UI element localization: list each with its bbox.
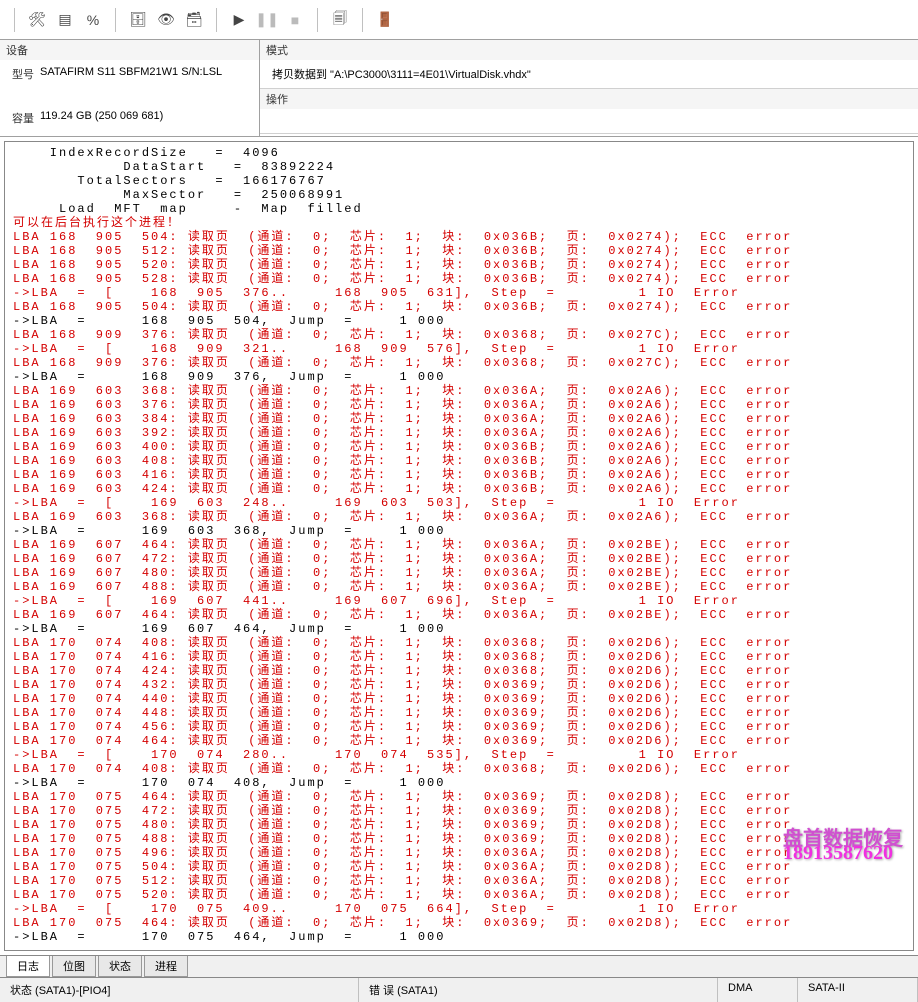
log-line: LBA 170 075 504: 读取页 (通道: 0; 芯片: 1; 块: 0… [13,860,905,874]
log-line: ->LBA = [ 169 607 441.. 169 607 696], St… [13,594,905,608]
exit-button[interactable]: 🚪 [373,8,397,32]
mode-panel: 模式 拷贝数据到 "A:\PC3000\3111=4E01\VirtualDis… [260,40,918,136]
log-line: LBA 168 905 512: 读取页 (通道: 0; 芯片: 1; 块: 0… [13,244,905,258]
toolbar-separator [216,8,217,32]
status-sata2: SATA-II [798,978,918,1002]
log-line: LBA 169 603 392: 读取页 (通道: 0; 芯片: 1; 块: 0… [13,426,905,440]
toolbar-separator [115,8,116,32]
log-line: LBA 170 075 464: 读取页 (通道: 0; 芯片: 1; 块: 0… [13,790,905,804]
tools-button[interactable]: 🛠 [25,8,49,32]
main-toolbar: 🛠 ▤ % 🗄 👁 🗃 ▶ ❚❚ ■ 🗐 🚪 [0,0,918,40]
log-output[interactable]: IndexRecordSize = 4096 DataStart = 83892… [4,141,914,951]
log-line: LBA 169 603 368: 读取页 (通道: 0; 芯片: 1; 块: 0… [13,384,905,398]
log-line: ->LBA = 170 075 464, Jump = 1 000 [13,930,905,944]
log-line: MaxSector = 250068991 [13,188,905,202]
log-line: LBA 169 603 408: 读取页 (通道: 0; 芯片: 1; 块: 0… [13,454,905,468]
log-line: ->LBA = 169 603 368, Jump = 1 000 [13,524,905,538]
toolbar-separator [14,8,15,32]
watermark: 盘首数据恢复18913587620 [783,832,903,860]
log-line: IndexRecordSize = 4096 [13,146,905,160]
log-line: ->LBA = 170 074 408, Jump = 1 000 [13,776,905,790]
log-line: LBA 169 607 464: 读取页 (通道: 0; 芯片: 1; 块: 0… [13,608,905,622]
tab-位图[interactable]: 位图 [52,956,96,977]
log-line: LBA 169 603 400: 读取页 (通道: 0; 芯片: 1; 块: 0… [13,440,905,454]
device-header: 设备 [0,40,259,60]
log-line: LBA 168 905 504: 读取页 (通道: 0; 芯片: 1; 块: 0… [13,300,905,314]
log-line: LBA 169 603 376: 读取页 (通道: 0; 芯片: 1; 块: 0… [13,398,905,412]
stop-button[interactable]: ■ [283,8,307,32]
log-line: LBA 170 074 416: 读取页 (通道: 0; 芯片: 1; 块: 0… [13,650,905,664]
log-line: ->LBA = 168 909 376, Jump = 1 000 [13,370,905,384]
toolbar-separator [362,8,363,32]
log-line: LBA 170 075 480: 读取页 (通道: 0; 芯片: 1; 块: 0… [13,818,905,832]
log-line: LBA 169 603 416: 读取页 (通道: 0; 芯片: 1; 块: 0… [13,468,905,482]
status-bar: 状态 (SATA1)-[PIO4] 错 误 (SATA1) DMA SATA-I… [0,977,918,1002]
log-line: LBA 170 074 440: 读取页 (通道: 0; 芯片: 1; 块: 0… [13,692,905,706]
log-line: LBA 168 905 528: 读取页 (通道: 0; 芯片: 1; 块: 0… [13,272,905,286]
status-dma: DMA [718,978,798,1002]
model-value: SATAFIRM S11 SBFM21W1 S/N:LSL [40,66,222,82]
database-button[interactable]: 🗃 [182,8,206,32]
log-line: LBA 170 074 456: 读取页 (通道: 0; 芯片: 1; 块: 0… [13,720,905,734]
log-line: LBA 168 905 520: 读取页 (通道: 0; 芯片: 1; 块: 0… [13,258,905,272]
log-line: LBA 170 074 408: 读取页 (通道: 0; 芯片: 1; 块: 0… [13,762,905,776]
status-state: 状态 (SATA1)-[PIO4] [0,978,359,1002]
log-line: LBA 170 074 424: 读取页 (通道: 0; 芯片: 1; 块: 0… [13,664,905,678]
model-label: 型号 [12,66,34,82]
play-button[interactable]: ▶ [227,8,251,32]
log-line: LBA 169 607 464: 读取页 (通道: 0; 芯片: 1; 块: 0… [13,538,905,552]
status-error: 错 误 (SATA1) [359,978,718,1002]
log-line: LBA 168 909 376: 读取页 (通道: 0; 芯片: 1; 块: 0… [13,356,905,370]
percent-button[interactable]: % [81,8,105,32]
disk-tool-button[interactable]: 🗄 [126,8,150,32]
log-line: 可以在后台执行这个进程！ [13,216,905,230]
log-line: LBA 169 607 472: 读取页 (通道: 0; 芯片: 1; 块: 0… [13,552,905,566]
log-line: ->LBA = [ 170 074 280.. 170 074 535], St… [13,748,905,762]
log-line: LBA 170 075 496: 读取页 (通道: 0; 芯片: 1; 块: 0… [13,846,905,860]
device-panel: 设备 型号 SATAFIRM S11 SBFM21W1 S/N:LSL 容量 1… [0,40,260,136]
bottom-tabs: 日志位图状态进程 [0,955,918,977]
log-line: TotalSectors = 166176767 [13,174,905,188]
log-line: ->LBA = 168 905 504, Jump = 1 000 [13,314,905,328]
capacity-value: 119.24 GB (250 069 681) [40,110,163,126]
log-line: LBA 170 074 448: 读取页 (通道: 0; 芯片: 1; 块: 0… [13,706,905,720]
tab-状态[interactable]: 状态 [98,956,142,977]
log-line: LBA 168 905 504: 读取页 (通道: 0; 芯片: 1; 块: 0… [13,230,905,244]
log-line: LBA 170 074 464: 读取页 (通道: 0; 芯片: 1; 块: 0… [13,734,905,748]
log-line: LBA 169 603 368: 读取页 (通道: 0; 芯片: 1; 块: 0… [13,510,905,524]
log-line: ->LBA = 169 607 464, Jump = 1 000 [13,622,905,636]
binoculars-button[interactable]: 👁 [154,8,178,32]
log-line: ->LBA = [ 168 905 376.. 168 905 631], St… [13,286,905,300]
capacity-label: 容量 [12,110,34,126]
terminal-button[interactable]: ▤ [53,8,77,32]
log-line: ->LBA = [ 170 075 409.. 170 075 664], St… [13,902,905,916]
log-line: ->LBA = [ 169 603 248.. 169 603 503], St… [13,496,905,510]
log-line: Load MFT map - Map filled [13,202,905,216]
copy-button[interactable]: 🗐 [328,8,352,32]
log-line: LBA 170 074 432: 读取页 (通道: 0; 芯片: 1; 块: 0… [13,678,905,692]
log-line: LBA 170 075 472: 读取页 (通道: 0; 芯片: 1; 块: 0… [13,804,905,818]
operation-header: 操作 [260,89,918,109]
log-line: LBA 169 603 424: 读取页 (通道: 0; 芯片: 1; 块: 0… [13,482,905,496]
log-line: ->LBA = [ 168 909 321.. 168 909 576], St… [13,342,905,356]
log-line: LBA 170 075 488: 读取页 (通道: 0; 芯片: 1; 块: 0… [13,832,905,846]
toolbar-separator [317,8,318,32]
log-line: DataStart = 83892224 [13,160,905,174]
tab-日志[interactable]: 日志 [6,956,50,977]
tab-进程[interactable]: 进程 [144,956,188,977]
info-panels: 设备 型号 SATAFIRM S11 SBFM21W1 S/N:LSL 容量 1… [0,40,918,137]
log-line: LBA 169 607 488: 读取页 (通道: 0; 芯片: 1; 块: 0… [13,580,905,594]
log-line: LBA 169 603 384: 读取页 (通道: 0; 芯片: 1; 块: 0… [13,412,905,426]
log-line: LBA 169 607 480: 读取页 (通道: 0; 芯片: 1; 块: 0… [13,566,905,580]
log-line: LBA 170 075 512: 读取页 (通道: 0; 芯片: 1; 块: 0… [13,874,905,888]
log-line: LBA 168 909 376: 读取页 (通道: 0; 芯片: 1; 块: 0… [13,328,905,342]
pause-button[interactable]: ❚❚ [255,8,279,32]
mode-value: 拷贝数据到 "A:\PC3000\3111=4E01\VirtualDisk.v… [260,60,918,88]
log-line: LBA 170 074 408: 读取页 (通道: 0; 芯片: 1; 块: 0… [13,636,905,650]
log-line: LBA 170 075 520: 读取页 (通道: 0; 芯片: 1; 块: 0… [13,888,905,902]
log-line: LBA 170 075 464: 读取页 (通道: 0; 芯片: 1; 块: 0… [13,916,905,930]
mode-header: 模式 [260,40,918,60]
